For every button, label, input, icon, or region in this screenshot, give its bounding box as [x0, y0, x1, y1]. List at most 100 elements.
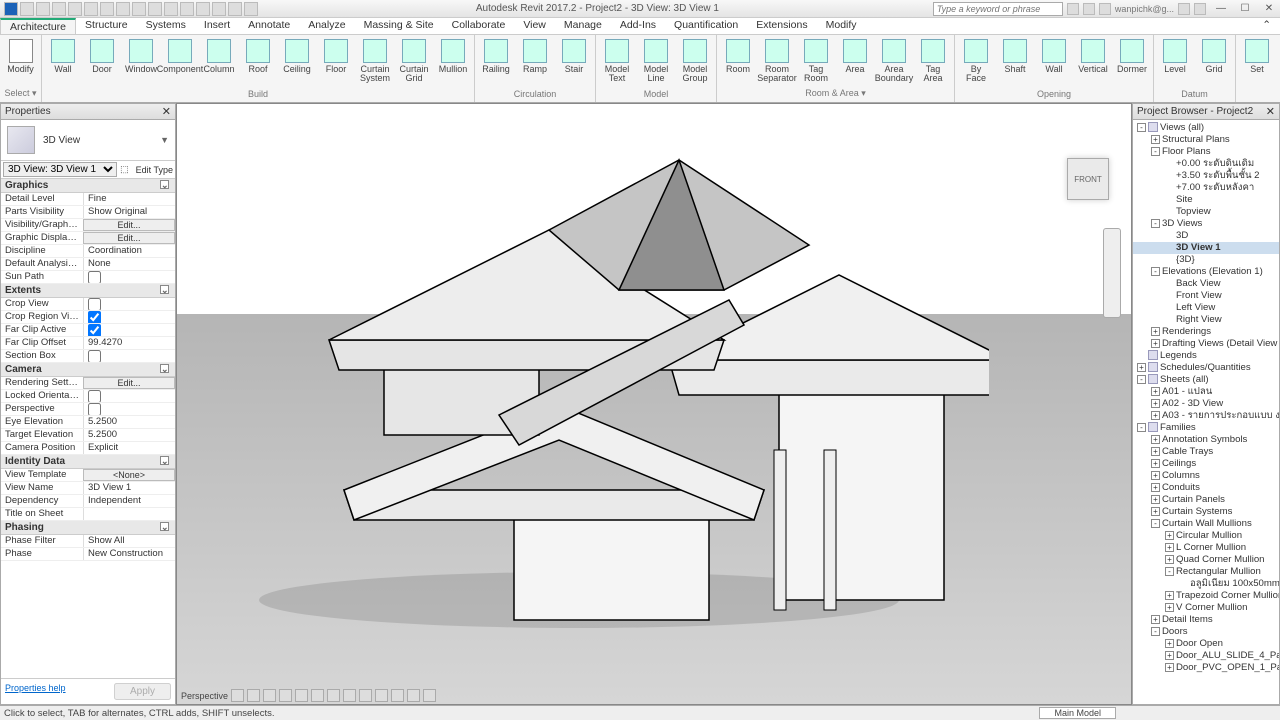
by-face-button[interactable]: ByFace	[957, 37, 995, 84]
dim-icon[interactable]	[132, 2, 146, 16]
close-views-icon[interactable]	[228, 2, 242, 16]
tree-item[interactable]: +V Corner Mullion	[1133, 602, 1279, 614]
prop-value[interactable]	[83, 390, 175, 402]
tree-toggle-icon[interactable]: -	[1165, 567, 1174, 576]
tree-toggle-icon[interactable]: +	[1151, 339, 1160, 348]
model-group-button[interactable]: ModelGroup	[676, 37, 714, 84]
tag-icon[interactable]	[148, 2, 162, 16]
room-separator-button[interactable]: RoomSeparator	[758, 37, 796, 84]
modify-button[interactable]: Modify	[2, 37, 39, 74]
tree-item[interactable]: -Doors	[1133, 626, 1279, 638]
wall-button[interactable]: Wall	[1035, 37, 1073, 74]
tree-item[interactable]: -Elevations (Elevation 1)	[1133, 266, 1279, 278]
tree-item[interactable]: +Door_ALU_SLIDE_4_Panel	[1133, 650, 1279, 662]
tree-item[interactable]: +Renderings	[1133, 326, 1279, 338]
door-button[interactable]: Door	[83, 37, 121, 74]
tree-toggle-icon[interactable]: +	[1151, 495, 1160, 504]
house-model[interactable]	[219, 120, 989, 645]
workset-selector[interactable]: Main Model	[1039, 707, 1116, 719]
prop-value[interactable]: Show Original	[83, 206, 175, 218]
ceiling-button[interactable]: Ceiling	[278, 37, 316, 74]
tree-toggle-icon[interactable]: -	[1151, 267, 1160, 276]
tree-item[interactable]: +A01 - แปลน	[1133, 386, 1279, 398]
tag-room-button[interactable]: TagRoom	[797, 37, 835, 84]
tree-toggle-icon[interactable]: +	[1151, 615, 1160, 624]
set-button[interactable]: Set	[1238, 37, 1276, 74]
prop-value[interactable]: Fine	[83, 193, 175, 205]
tree-item[interactable]: Legends	[1133, 350, 1279, 362]
section-extents[interactable]: Extents⌄	[1, 284, 175, 298]
prop-value[interactable]: Explicit	[83, 442, 175, 454]
thin-lines-icon[interactable]	[212, 2, 226, 16]
section-graphics[interactable]: Graphics⌄	[1, 179, 175, 193]
default3d-icon[interactable]	[180, 2, 194, 16]
help-search-input[interactable]	[933, 2, 1063, 16]
area-boundary-button[interactable]: AreaBoundary	[875, 37, 913, 84]
tree-toggle-icon[interactable]: +	[1151, 483, 1160, 492]
type-selector[interactable]: 3D View ▼	[1, 120, 175, 161]
prop-value[interactable]: Coordination	[83, 245, 175, 257]
prop-value[interactable]	[83, 350, 175, 362]
tab-quantification[interactable]: Quantification	[665, 18, 747, 34]
detail-icon[interactable]	[231, 689, 244, 702]
tab-structure[interactable]: Structure	[76, 18, 137, 34]
tree-toggle-icon[interactable]: +	[1165, 663, 1174, 672]
tree-toggle-icon[interactable]: +	[1165, 639, 1174, 648]
tree-toggle-icon[interactable]: +	[1151, 435, 1160, 444]
tree-item[interactable]: +Cable Trays	[1133, 446, 1279, 458]
tree-toggle-icon[interactable]: -	[1151, 147, 1160, 156]
minimize-button[interactable]: —	[1210, 2, 1232, 16]
vertical-button[interactable]: Vertical	[1074, 37, 1112, 74]
tree-toggle-icon[interactable]: +	[1165, 555, 1174, 564]
tab-manage[interactable]: Manage	[555, 18, 611, 34]
tree-item[interactable]: -3D Views	[1133, 218, 1279, 230]
help-icon[interactable]	[1194, 3, 1206, 15]
tree-item[interactable]: 3D	[1133, 230, 1279, 242]
tree-toggle-icon[interactable]: +	[1151, 387, 1160, 396]
undo-icon[interactable]	[52, 2, 66, 16]
crop-icon[interactable]	[311, 689, 324, 702]
scale-label[interactable]: Perspective	[181, 691, 228, 701]
tree-toggle-icon[interactable]: +	[1165, 543, 1174, 552]
user-icon[interactable]	[1099, 3, 1111, 15]
tree-item[interactable]: +Circular Mullion	[1133, 530, 1279, 542]
prop-value[interactable]: Edit...	[83, 232, 175, 244]
tree-toggle-icon[interactable]: -	[1151, 519, 1160, 528]
prop-value[interactable]: Edit...	[83, 377, 175, 389]
dormer-button[interactable]: Dormer	[1113, 37, 1151, 74]
tree-item[interactable]: +L Corner Mullion	[1133, 542, 1279, 554]
area-button[interactable]: Area	[836, 37, 874, 74]
tree-toggle-icon[interactable]: +	[1151, 135, 1160, 144]
browser-close-icon[interactable]: ✕	[1266, 105, 1275, 118]
open-icon[interactable]	[20, 2, 34, 16]
tab-collaborate[interactable]: Collaborate	[443, 18, 515, 34]
tree-item[interactable]: +Curtain Panels	[1133, 494, 1279, 506]
apply-button[interactable]: Apply	[114, 683, 171, 700]
tree-toggle-icon[interactable]: -	[1151, 627, 1160, 636]
navigation-bar[interactable]	[1103, 228, 1121, 318]
tree-item[interactable]: -Views (all)	[1133, 122, 1279, 134]
ribbon-collapse-button[interactable]: ⌃	[1253, 18, 1280, 34]
floor-button[interactable]: Floor	[317, 37, 355, 74]
prop-value[interactable]: Show All	[83, 535, 175, 547]
crop-region-icon[interactable]	[327, 689, 340, 702]
prop-value[interactable]: None	[83, 258, 175, 270]
tag-area-button[interactable]: TagArea	[914, 37, 952, 84]
prop-value[interactable]	[83, 311, 175, 323]
tree-toggle-icon[interactable]: +	[1151, 459, 1160, 468]
viewport-3d[interactable]: — ☐ ✕	[176, 103, 1132, 705]
tab-analyze[interactable]: Analyze	[299, 18, 354, 34]
prop-value[interactable]: Edit...	[83, 219, 175, 231]
tree-toggle-icon[interactable]: +	[1151, 399, 1160, 408]
sun-icon[interactable]	[263, 689, 276, 702]
tree-item[interactable]: +Structural Plans	[1133, 134, 1279, 146]
prop-value[interactable]: <None>	[83, 469, 175, 481]
render-icon[interactable]	[295, 689, 308, 702]
revit-logo-icon[interactable]	[4, 2, 18, 16]
align-icon[interactable]	[116, 2, 130, 16]
tree-item[interactable]: +Ceilings	[1133, 458, 1279, 470]
tree-toggle-icon[interactable]: +	[1165, 531, 1174, 540]
prop-value[interactable]: 5.2500	[83, 416, 175, 428]
section-phasing[interactable]: Phasing⌄	[1, 521, 175, 535]
tab-massing-site[interactable]: Massing & Site	[355, 18, 443, 34]
